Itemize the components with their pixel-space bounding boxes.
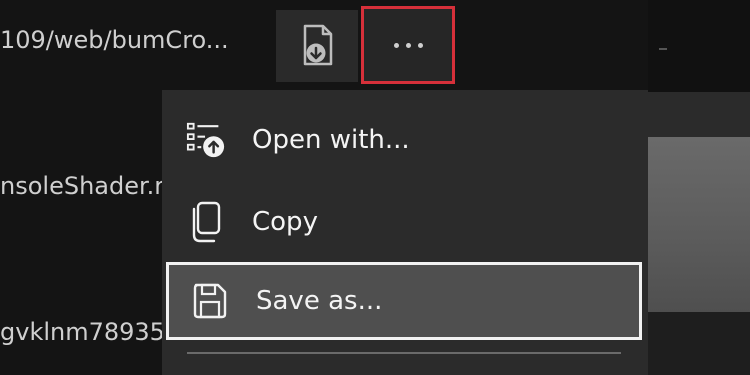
save-icon <box>190 281 230 321</box>
menu-item-save-as[interactable]: Save as... <box>166 262 642 340</box>
download-button[interactable] <box>276 10 358 82</box>
more-options-button[interactable] <box>361 6 455 84</box>
menu-divider <box>187 352 621 354</box>
background-panel <box>648 92 750 137</box>
context-menu: Open with... Copy Save as... <box>162 90 648 375</box>
menu-item-label: Copy <box>252 207 318 237</box>
menu-item-copy[interactable]: Copy <box>162 186 648 258</box>
open-with-icon <box>186 120 226 160</box>
file-list-item[interactable]: 109/web/bumCro... <box>0 26 229 54</box>
background-mark <box>659 48 667 50</box>
background-panel <box>648 312 750 375</box>
file-list-item[interactable]: gvklnm78935 <box>0 318 165 346</box>
file-list-item[interactable]: nsoleShader.r <box>0 172 164 200</box>
background-panel <box>648 137 750 312</box>
menu-item-label: Save as... <box>256 286 383 316</box>
screen: 109/web/bumCro... nsoleShader.r gvklnm78… <box>0 0 750 375</box>
more-horizontal-icon <box>393 42 423 48</box>
file-download-icon <box>303 24 333 66</box>
background-panel <box>648 0 750 92</box>
menu-item-label: Open with... <box>252 125 410 155</box>
copy-icon <box>186 201 226 243</box>
menu-item-open-with[interactable]: Open with... <box>162 104 648 176</box>
